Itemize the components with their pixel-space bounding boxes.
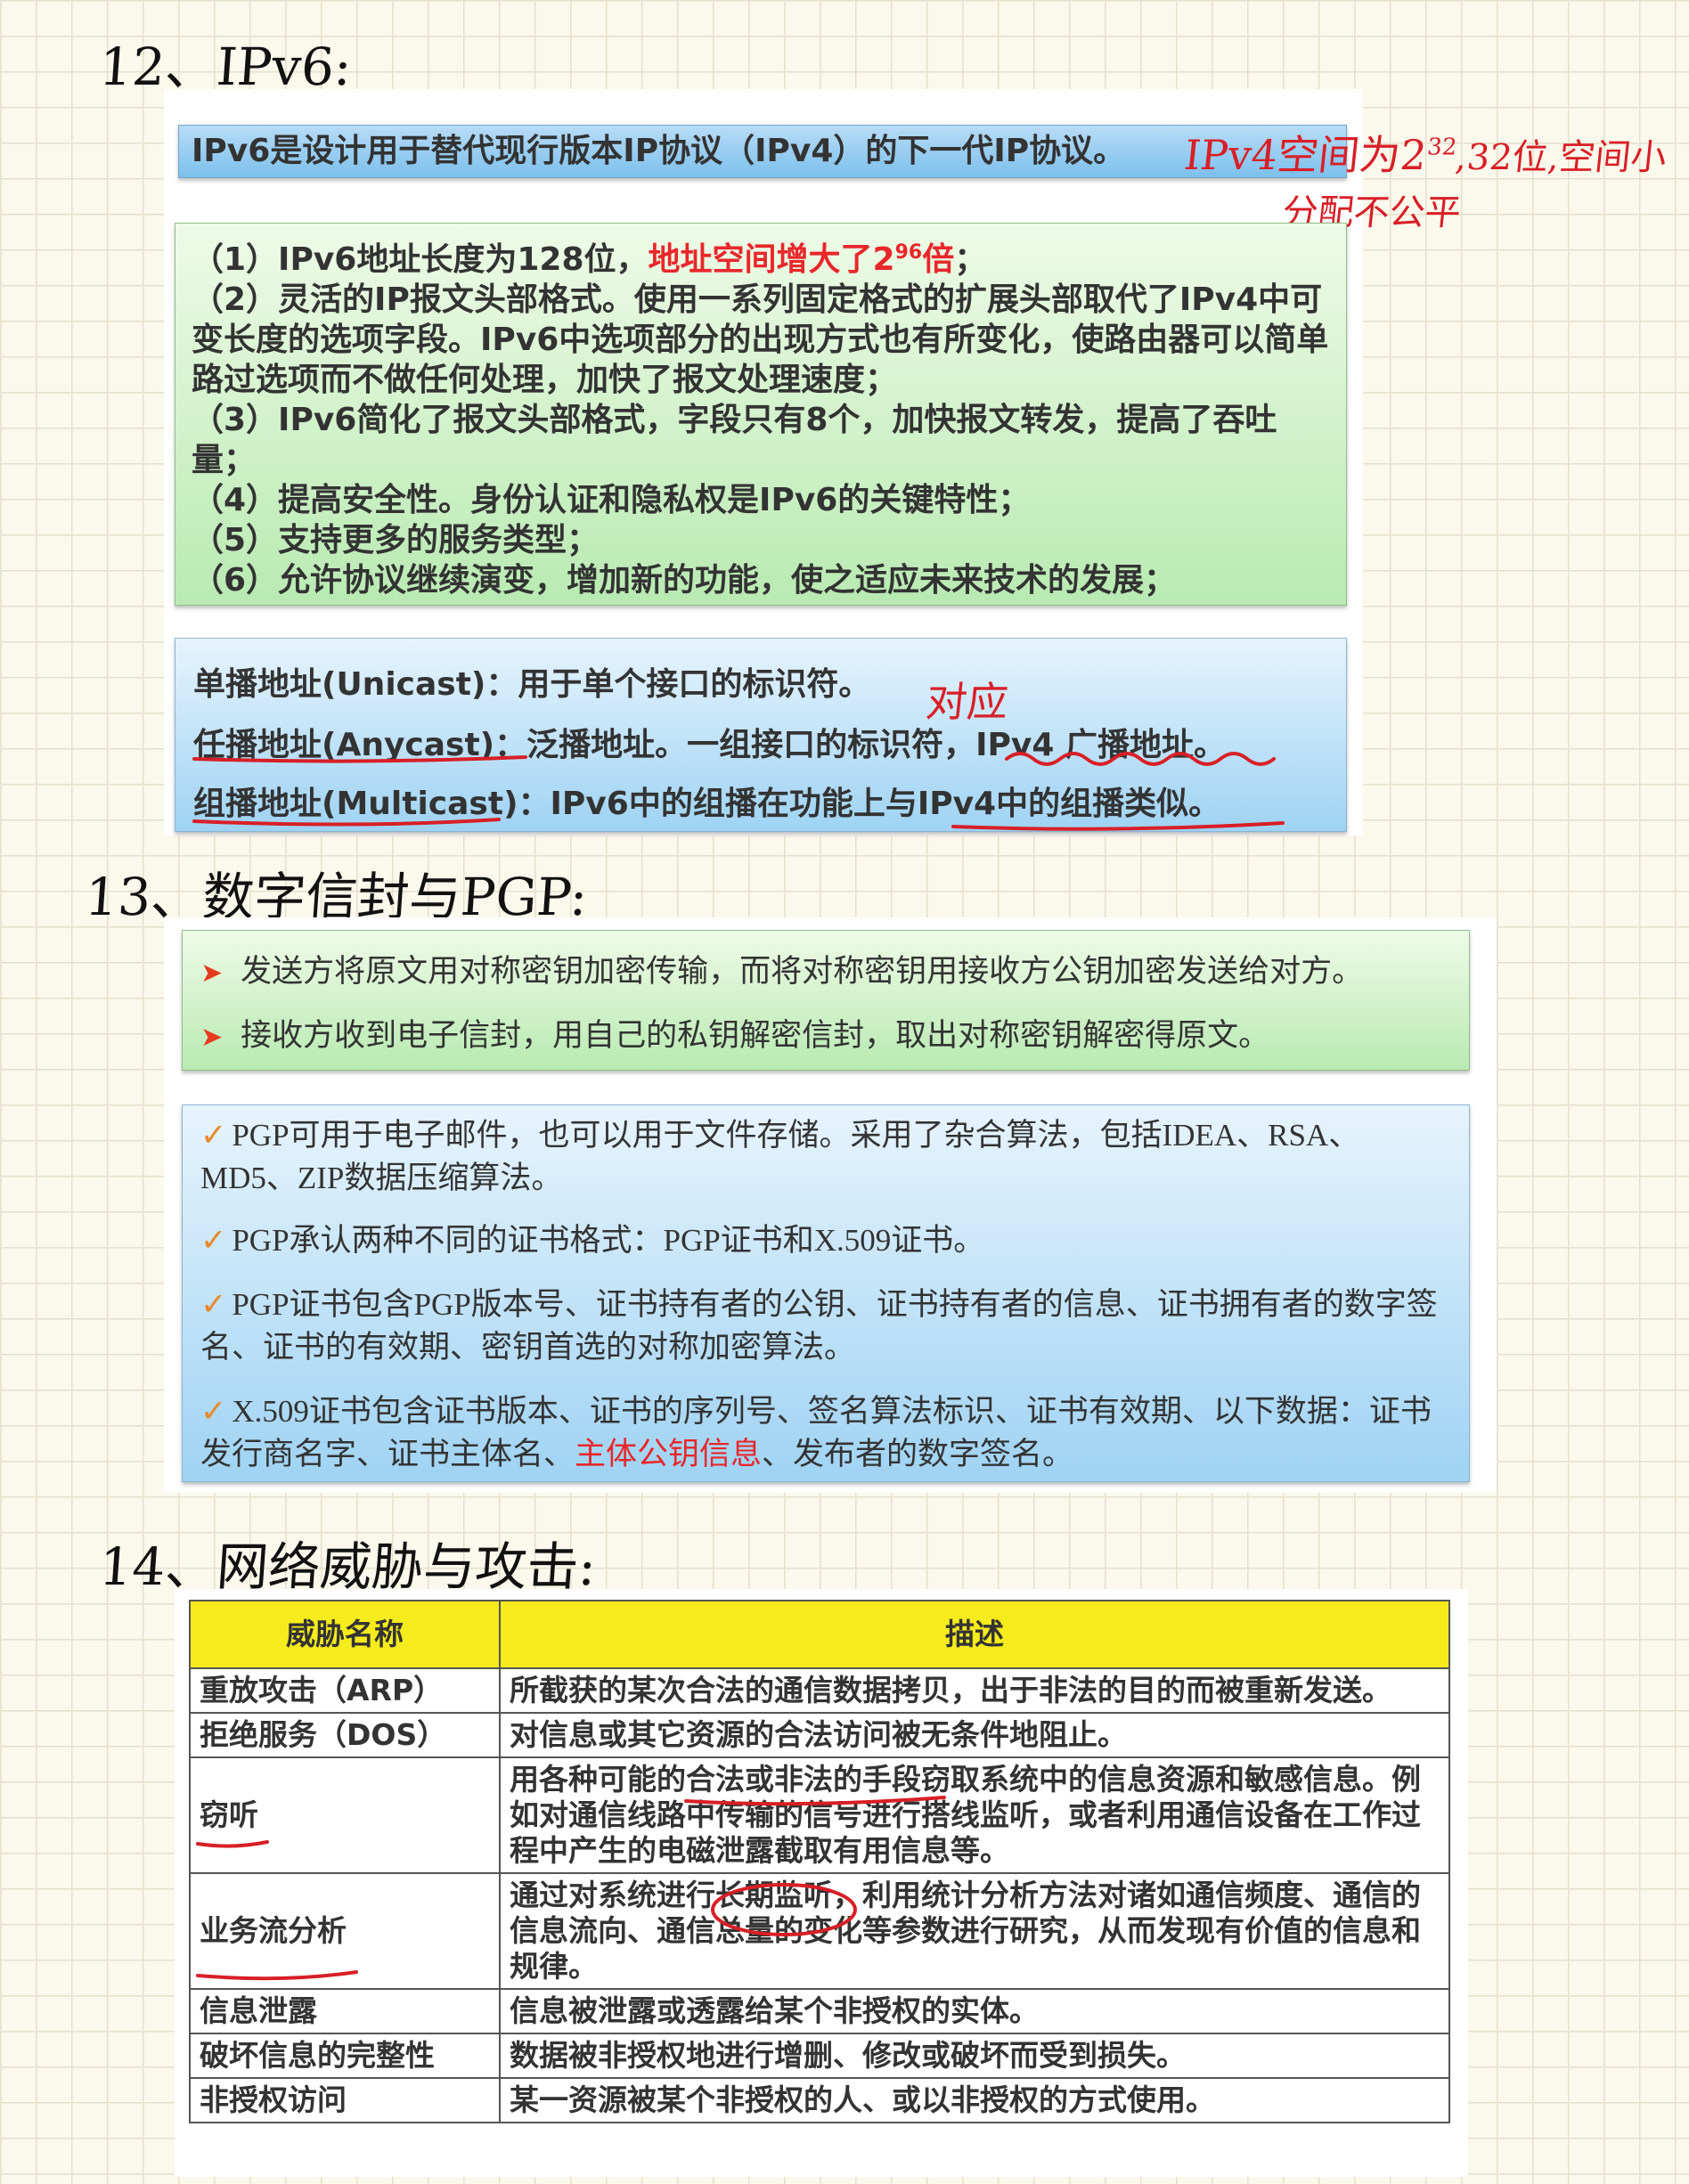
threat-name: 窃听 <box>189 1756 501 1874</box>
check-icon: ✓ <box>200 1118 227 1153</box>
feature-1-text: （1）IPv6地址长度为128位， <box>192 241 649 278</box>
ipv6-address-types-box: 单播地址(Unicast)：用于单个接口的标识符。 任播地址(Anycast)：… <box>175 638 1347 832</box>
threat-name: 非授权访问 <box>189 2077 501 2123</box>
pgp-point-4: ✓ X.509证书包含证书版本、证书的序列号、签名算法标识、证书有效期、以下数据：… <box>200 1390 1451 1476</box>
threat-name: 拒绝服务（DOS） <box>189 1712 501 1758</box>
ipv6-features-box: （1）IPv6地址长度为128位，地址空间增大了296倍； （2）灵活的IP报文… <box>175 223 1347 606</box>
pgp-point-3-text: PGP证书包含PGP版本号、证书持有者的公钥、证书持有者的信息、证书拥有者的数字… <box>200 1287 1438 1365</box>
check-icon: ✓ <box>200 1223 227 1258</box>
table-header-row: 威胁名称 描述 <box>189 1600 1450 1669</box>
ipv6-handwritten-note: IPv4空间为232,32位,空间小 <box>1182 123 1670 182</box>
feature-1-highlight: 地址空间增大了2 <box>648 241 895 278</box>
check-icon: ✓ <box>200 1394 227 1429</box>
note-rest: ,32位,空间小 <box>1453 137 1669 178</box>
envelope-step-1: ➤ 发送方将原文用对称密钥加密传输，而将对称密钥用接收方公钥加密发送给对方。 <box>200 950 1469 995</box>
threat-name: 业务流分析 <box>189 1872 501 1990</box>
threat-name: 破坏信息的完整性 <box>189 2033 501 2079</box>
address-unicast: 单播地址(Unicast)：用于单个接口的标识符。 <box>193 666 871 703</box>
threat-description: 数据被非授权地进行增删、修改或破坏而受到损失。 <box>499 2033 1450 2079</box>
ipv6-intro-text: IPv6是设计用于替代现行版本IP协议（IPv4）的下一代IP协议。 <box>192 133 1126 169</box>
feature-1-highlight-2: 倍 <box>922 241 955 278</box>
address-multicast: 组播地址(Multicast)：IPv6中的组播在功能上与IPv4中的组播类似。 <box>193 786 1221 822</box>
threat-description: 通过对系统进行长期监听，利用统计分析方法对诸如通信频度、通信的信息流向、通信总量… <box>499 1872 1450 1990</box>
threat-name: 重放攻击（ARP） <box>189 1667 501 1714</box>
pgp-point-2: ✓ PGP承认两种不同的证书格式：PGP证书和X.509证书。 <box>200 1219 1451 1262</box>
table-row: 业务流分析 通过对系统进行长期监听，利用统计分析方法对诸如通信频度、通信的信息流向… <box>189 1872 1450 1990</box>
threat-description: 某一资源被某个非授权的人、或以非授权的方式使用。 <box>499 2077 1450 2123</box>
threat-name: 信息泄露 <box>189 1988 501 2034</box>
pgp-point-4-end: 、发布者的数字签名。 <box>762 1437 1074 1471</box>
threat-description: 对信息或其它资源的合法访问被无条件地阻止。 <box>499 1712 1450 1758</box>
feature-2: （2）灵活的IP报文头部格式。使用一系列固定格式的扩展头部取代了IPv4中可变长… <box>192 281 1329 398</box>
feature-1-exponent: 96 <box>894 241 923 264</box>
table-row: 非授权访问 某一资源被某个非授权的人、或以非授权的方式使用。 <box>189 2077 1450 2123</box>
feature-6: （6）允许协议继续演变，增加新的功能，使之适应未来技术的发展； <box>192 562 1177 599</box>
pgp-point-3: ✓ PGP证书包含PGP版本号、证书持有者的公钥、证书持有者的信息、证书拥有者的数… <box>200 1284 1451 1369</box>
address-anycast: 任播地址(Anycast)：泛播地址。一组接口的标识符，IPv4 广播地址。 <box>193 727 1226 763</box>
feature-1: （1）IPv6地址长度为128位，地址空间增大了296倍； <box>192 232 1332 280</box>
table-row: 拒绝服务（DOS） 对信息或其它资源的合法访问被无条件地阻止。 <box>189 1712 1450 1758</box>
header-threat-name: 威胁名称 <box>189 1600 501 1669</box>
pgp-point-1: ✓ PGP可用于电子邮件，也可以用于文件存储。采用了杂合算法，包括IDEA、RSA… <box>200 1114 1451 1200</box>
threat-description: 用各种可能的合法或非法的手段窃取系统中的信息资源和敏感信息。例如对通信线路中传输… <box>499 1756 1450 1874</box>
pgp-box: ✓ PGP可用于电子邮件，也可以用于文件存储。采用了杂合算法，包括IDEA、RSA… <box>182 1104 1470 1482</box>
pgp-point-1-text: PGP可用于电子邮件，也可以用于文件存储。采用了杂合算法，包括IDEA、RSA、… <box>200 1118 1360 1195</box>
threat-description: 所截获的某次合法的通信数据拷贝，出于非法的目的而被重新发送。 <box>499 1667 1450 1714</box>
pgp-point-4-highlight: 主体公钥信息 <box>575 1437 763 1471</box>
envelope-step-2-text: 接收方收到电子信封，用自己的私钥解密信封，取出对称密钥解密得原文。 <box>241 1018 1270 1053</box>
pgp-point-2-text: PGP承认两种不同的证书格式：PGP证书和X.509证书。 <box>232 1223 985 1258</box>
arrow-icon: ➤ <box>200 1023 224 1052</box>
annotation-duiying: 对应 <box>923 678 1011 726</box>
envelope-step-1-text: 发送方将原文用对称密钥加密传输，而将对称密钥用接收方公钥加密发送给对方。 <box>241 954 1364 989</box>
table-row: 重放攻击（ARP） 所截获的某次合法的通信数据拷贝，出于非法的目的而被重新发送。 <box>189 1667 1450 1714</box>
table-row: 信息泄露 信息被泄露或透露给某个非授权的实体。 <box>189 1988 1450 2034</box>
header-description: 描述 <box>499 1600 1450 1669</box>
ipv6-intro-bar: IPv6是设计用于替代现行版本IP协议（IPv4）的下一代IP协议。 <box>178 125 1347 178</box>
arrow-icon: ➤ <box>200 958 224 988</box>
threat-description: 信息被泄露或透露给某个非授权的实体。 <box>499 1988 1450 2034</box>
envelope-step-2: ➤ 接收方收到电子信封，用自己的私钥解密信封，取出对称密钥解密得原文。 <box>200 1015 1469 1059</box>
note-exponent: 32 <box>1425 134 1458 161</box>
feature-3: （3）IPv6简化了报文头部格式，字段只有8个，加快报文转发，提高了吞吐量； <box>192 402 1277 478</box>
feature-1-end: ； <box>954 241 987 278</box>
check-icon: ✓ <box>200 1287 227 1322</box>
table-row: 窃听 用各种可能的合法或非法的手段窃取系统中的信息资源和敏感信息。例如对通信线路中… <box>189 1756 1450 1874</box>
table-row: 破坏信息的完整性 数据被非授权地进行增删、修改或破坏而受到损失。 <box>189 2033 1450 2079</box>
threats-table: 威胁名称 描述 重放攻击（ARP） 所截获的某次合法的通信数据拷贝，出于非法的目的… <box>189 1600 1450 2123</box>
feature-5: （5）支持更多的服务类型； <box>192 522 600 558</box>
feature-4: （4）提高安全性。身份认证和隐私权是IPv6的关键特性； <box>192 482 1031 518</box>
note-ipv4-space: IPv4空间为2 <box>1181 131 1430 179</box>
envelope-box: ➤ 发送方将原文用对称密钥加密传输，而将对称密钥用接收方公钥加密发送给对方。 ➤ 接… <box>182 930 1470 1071</box>
ipv6-features-list: （1）IPv6地址长度为128位，地址空间增大了296倍； （2）灵活的IP报文… <box>175 224 1346 600</box>
